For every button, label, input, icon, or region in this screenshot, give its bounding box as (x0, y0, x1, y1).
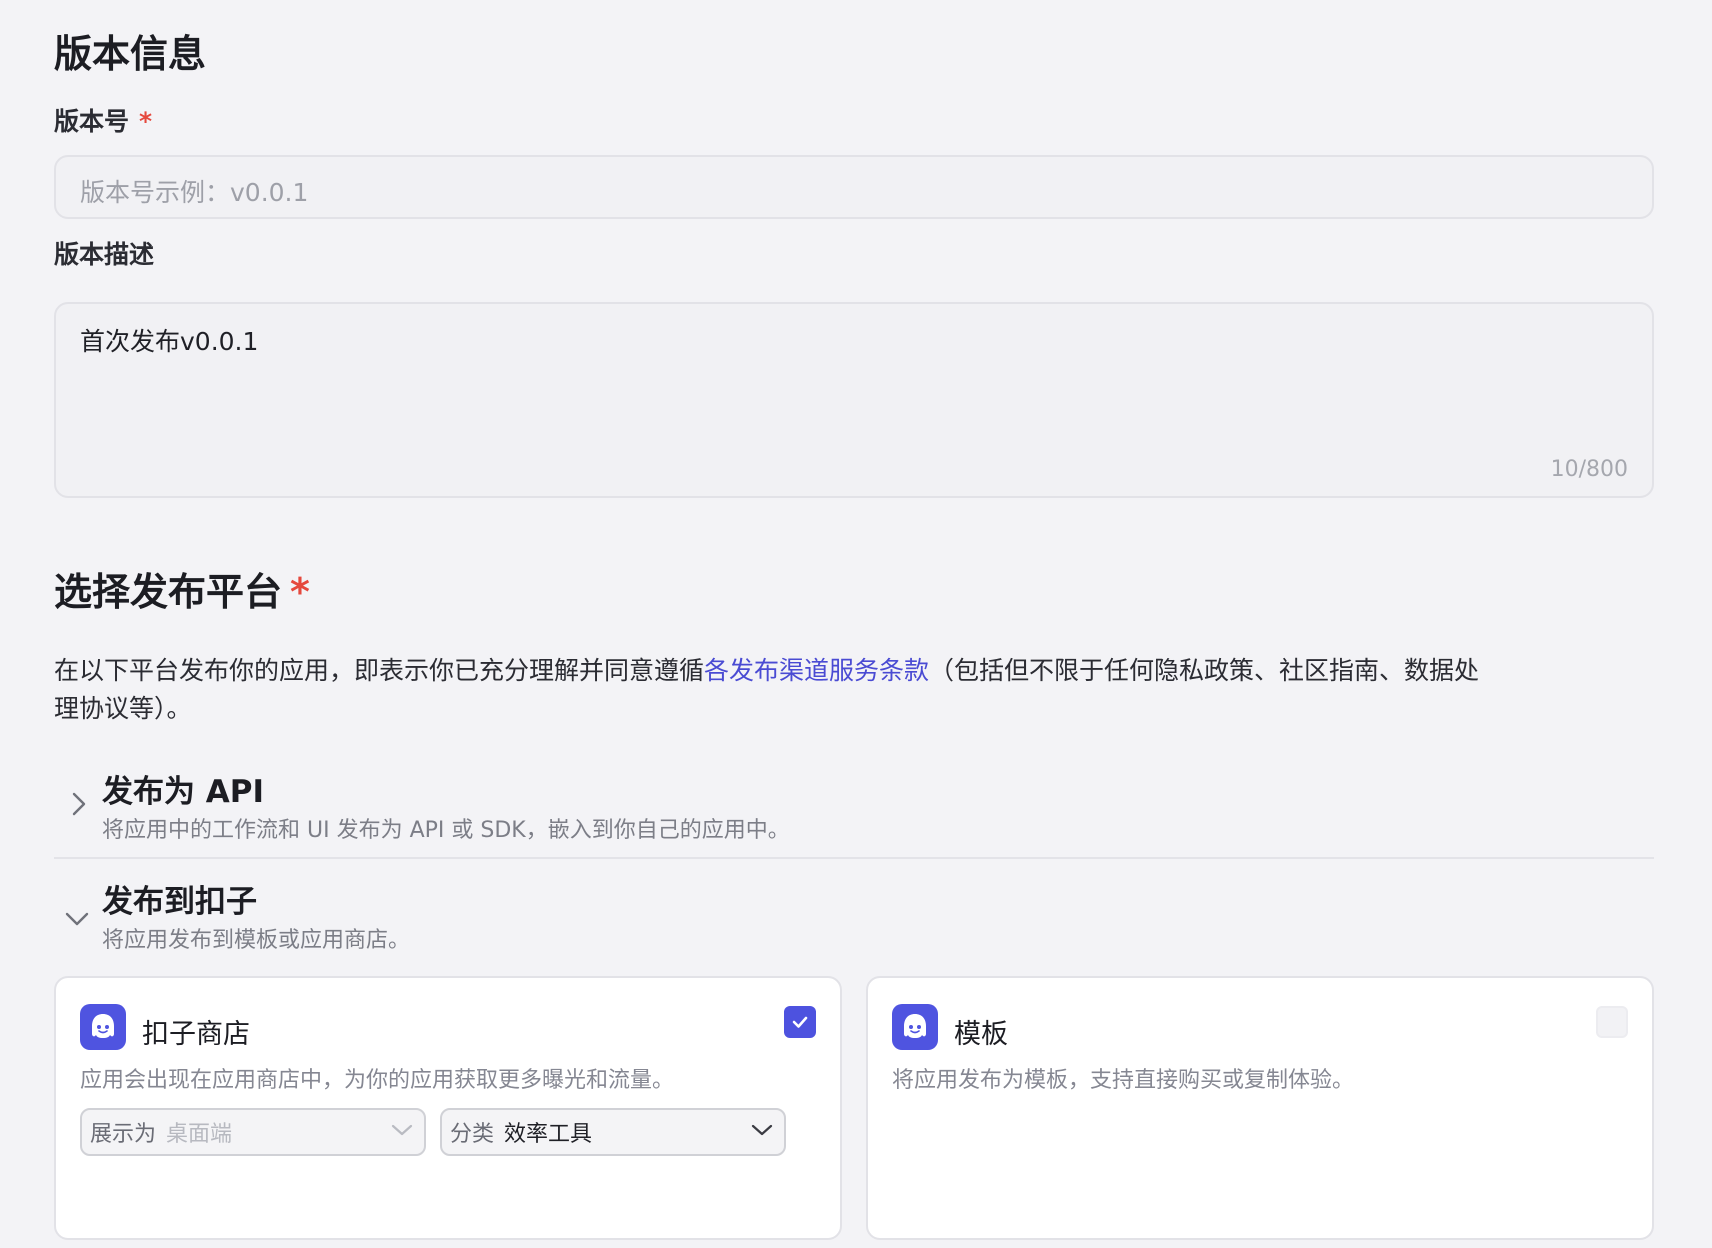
card-store-title: 扣子商店 (142, 1019, 250, 1050)
card-coze-store[interactable]: 扣子商店 应用会出现在应用商店中，为你的应用获取更多曝光和流量。 展示为 桌面端… (54, 976, 842, 1240)
version-number-label: 版本号 * (54, 107, 152, 137)
notice-text: 在以下平台发布你的应用，即表示你已充分理解并同意遵循 (54, 656, 705, 685)
section-publish-coze[interactable]: 发布到扣子 将应用发布到模板或应用商店。 (54, 870, 1654, 966)
card-template[interactable]: 模板 将应用发布为模板，支持直接购买或复制体验。 (866, 976, 1654, 1240)
card-store-description: 应用会出现在应用商店中，为你的应用获取更多曝光和流量。 (80, 1068, 675, 1093)
coze-bot-icon (892, 1004, 938, 1050)
platform-required-mark: * (290, 570, 310, 614)
chevron-down-icon (390, 1122, 414, 1142)
category-select-value: 效率工具 (504, 1122, 593, 1147)
store-checkbox[interactable] (784, 1006, 816, 1038)
version-number-input[interactable]: 版本号示例：v0.0.1 (54, 155, 1654, 219)
card-template-description: 将应用发布为模板，支持直接购买或复制体验。 (892, 1068, 1355, 1093)
platform-notice-line1: 在以下平台发布你的应用，即表示你已充分理解并同意遵循各发布渠道服务条款（包括但不… (54, 652, 1664, 690)
chevron-down-icon (64, 910, 90, 928)
platform-heading-text: 选择发布平台 (54, 570, 283, 614)
section-publish-api[interactable]: 发布为 API 将应用中的工作流和 UI 发布为 API 或 SDK，嵌入到你自… (54, 760, 1654, 856)
version-description-textarea[interactable]: 首次发布v0.0.1 10/800 (54, 302, 1654, 498)
display-select-label: 展示为 (90, 1122, 157, 1147)
checkmark-icon (792, 1016, 808, 1028)
version-info-heading: 版本信息 (54, 32, 207, 76)
chevron-down-icon (750, 1122, 774, 1142)
display-select[interactable]: 展示为 桌面端 (80, 1108, 426, 1156)
section-api-subtitle: 将应用中的工作流和 UI 发布为 API 或 SDK，嵌入到你自己的应用中。 (102, 818, 790, 843)
character-counter: 10/800 (1550, 457, 1628, 482)
section-api-title: 发布为 API (102, 774, 265, 810)
section-coze-subtitle: 将应用发布到模板或应用商店。 (102, 928, 411, 953)
platform-heading: 选择发布平台 * (54, 570, 310, 616)
version-number-placeholder: 版本号示例：v0.0.1 (80, 178, 309, 207)
card-template-title: 模板 (954, 1019, 1008, 1050)
version-description-label: 版本描述 (54, 240, 155, 269)
chevron-right-icon (68, 790, 90, 818)
display-select-value: 桌面端 (166, 1122, 233, 1147)
version-number-label-text: 版本号 (54, 107, 130, 136)
required-mark: * (139, 107, 153, 136)
terms-link[interactable]: 各发布渠道服务条款 (704, 656, 929, 685)
notice-text-after: （包括但不限于任何隐私政策、社区指南、数据处 (929, 656, 1480, 685)
coze-bot-icon (80, 1004, 126, 1050)
version-description-value: 首次发布v0.0.1 (80, 327, 259, 356)
category-select-label: 分类 (450, 1122, 495, 1147)
platform-notice: 在以下平台发布你的应用，即表示你已充分理解并同意遵循各发布渠道服务条款（包括但不… (54, 652, 1664, 728)
category-select[interactable]: 分类 效率工具 (440, 1108, 786, 1156)
platform-notice-line2: 理协议等）。 (54, 694, 192, 723)
section-divider (54, 857, 1654, 859)
section-coze-title: 发布到扣子 (102, 884, 257, 920)
template-checkbox[interactable] (1596, 1006, 1628, 1038)
